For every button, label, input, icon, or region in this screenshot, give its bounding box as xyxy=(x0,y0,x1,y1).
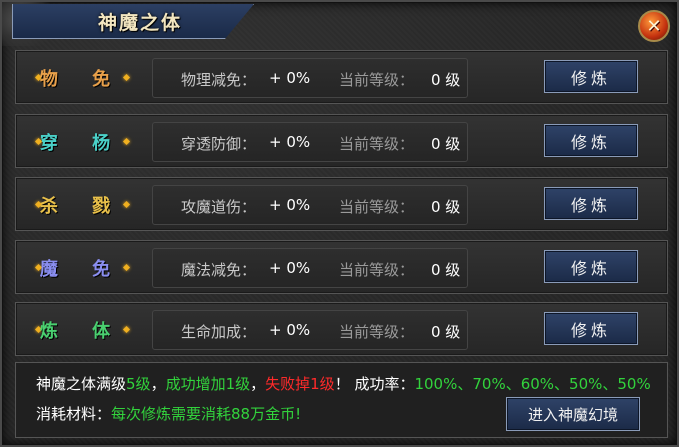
level-value: 0 级 xyxy=(431,71,461,89)
enter-realm-button[interactable]: 进入神魔幻境 xyxy=(506,397,640,431)
max-level-value: 5级 xyxy=(126,375,151,393)
close-button[interactable]: ✕ xyxy=(638,10,670,42)
max-level-info: 神魔之体满级5级，成功增加1级，失败掉1级！ 成功率：100%、70%、60%、… xyxy=(36,373,651,394)
level-label: 当前等级： xyxy=(339,135,415,153)
stat-box: 生命加成： + 0% 当前等级： 0 级 xyxy=(152,310,468,350)
skill-name: 杀 戮 xyxy=(39,196,125,217)
info-panel: 神魔之体满级5级，成功增加1级，失败掉1级！ 成功率：100%、70%、60%、… xyxy=(15,362,668,438)
stat-value: + 0% xyxy=(269,196,311,214)
stat-value: + 0% xyxy=(269,69,311,87)
train-button[interactable]: 修炼 xyxy=(544,60,638,93)
level-value: 0 级 xyxy=(431,323,461,341)
train-button[interactable]: 修炼 xyxy=(544,187,638,220)
skill-row-momian: 魔 免 魔法减免： + 0% 当前等级： 0 级 修炼 xyxy=(15,240,668,294)
stat-value: + 0% xyxy=(269,259,311,277)
stat-box: 穿透防御： + 0% 当前等级： 0 级 xyxy=(152,122,468,162)
train-button[interactable]: 修炼 xyxy=(544,124,638,157)
skill-row-lianti: 炼 体 生命加成： + 0% 当前等级： 0 级 修炼 xyxy=(15,302,668,356)
skill-name: 炼 体 xyxy=(39,321,125,342)
stat-label: 物理减免： xyxy=(181,71,257,89)
info-text: ， xyxy=(150,375,166,393)
level-label: 当前等级： xyxy=(339,261,415,279)
info-text: 神魔之体满级 xyxy=(36,375,127,393)
stat-value: + 0% xyxy=(269,133,311,151)
level-label: 当前等级： xyxy=(339,323,415,341)
cost-info: 消耗材料：每次修炼需要消耗88万金币! xyxy=(36,403,301,424)
level-value: 0 级 xyxy=(431,198,461,216)
success-effect: 成功增加1级 xyxy=(165,375,251,393)
skill-name: 物 免 xyxy=(39,69,125,90)
info-text: ， xyxy=(250,375,266,393)
success-rate-label: ！ 成功率： xyxy=(334,375,415,393)
skill-row-shalu: 杀 戮 攻魔道伤： + 0% 当前等级： 0 级 修炼 xyxy=(15,177,668,231)
level-label: 当前等级： xyxy=(339,71,415,89)
stat-label: 魔法减免： xyxy=(181,261,257,279)
level-value: 0 级 xyxy=(431,261,461,279)
stat-label: 生命加成： xyxy=(181,323,257,341)
stat-box: 物理减免： + 0% 当前等级： 0 级 xyxy=(152,58,468,98)
close-icon: ✕ xyxy=(646,15,662,37)
train-button[interactable]: 修炼 xyxy=(544,250,638,283)
stat-value: + 0% xyxy=(269,321,311,339)
skill-name: 魔 免 xyxy=(39,259,125,280)
window-title: 神魔之体 xyxy=(98,12,183,34)
fail-effect: 失败掉1级 xyxy=(265,375,335,393)
train-button[interactable]: 修炼 xyxy=(544,312,638,345)
success-rate-values: 100%、70%、60%、50%、50% xyxy=(414,375,651,393)
stat-label: 穿透防御： xyxy=(181,135,257,153)
stat-box: 魔法减免： + 0% 当前等级： 0 级 xyxy=(152,248,468,288)
level-label: 当前等级： xyxy=(339,198,415,216)
stat-label: 攻魔道伤： xyxy=(181,198,257,216)
level-value: 0 级 xyxy=(431,135,461,153)
cost-label: 消耗材料： xyxy=(36,405,112,423)
skill-row-wumian: 物 免 物理减免： + 0% 当前等级： 0 级 修炼 xyxy=(15,50,668,104)
stat-box: 攻魔道伤： + 0% 当前等级： 0 级 xyxy=(152,185,468,225)
skill-row-chuanyang: 穿 杨 穿透防御： + 0% 当前等级： 0 级 修炼 xyxy=(15,114,668,168)
skill-name: 穿 杨 xyxy=(39,133,125,154)
shenmo-window: 神魔之体 ✕ 物 免 物理减免： + 0% 当前等级： 0 级 修炼 穿 杨 穿… xyxy=(0,0,679,447)
cost-value: 每次修炼需要消耗88万金币! xyxy=(111,405,302,423)
